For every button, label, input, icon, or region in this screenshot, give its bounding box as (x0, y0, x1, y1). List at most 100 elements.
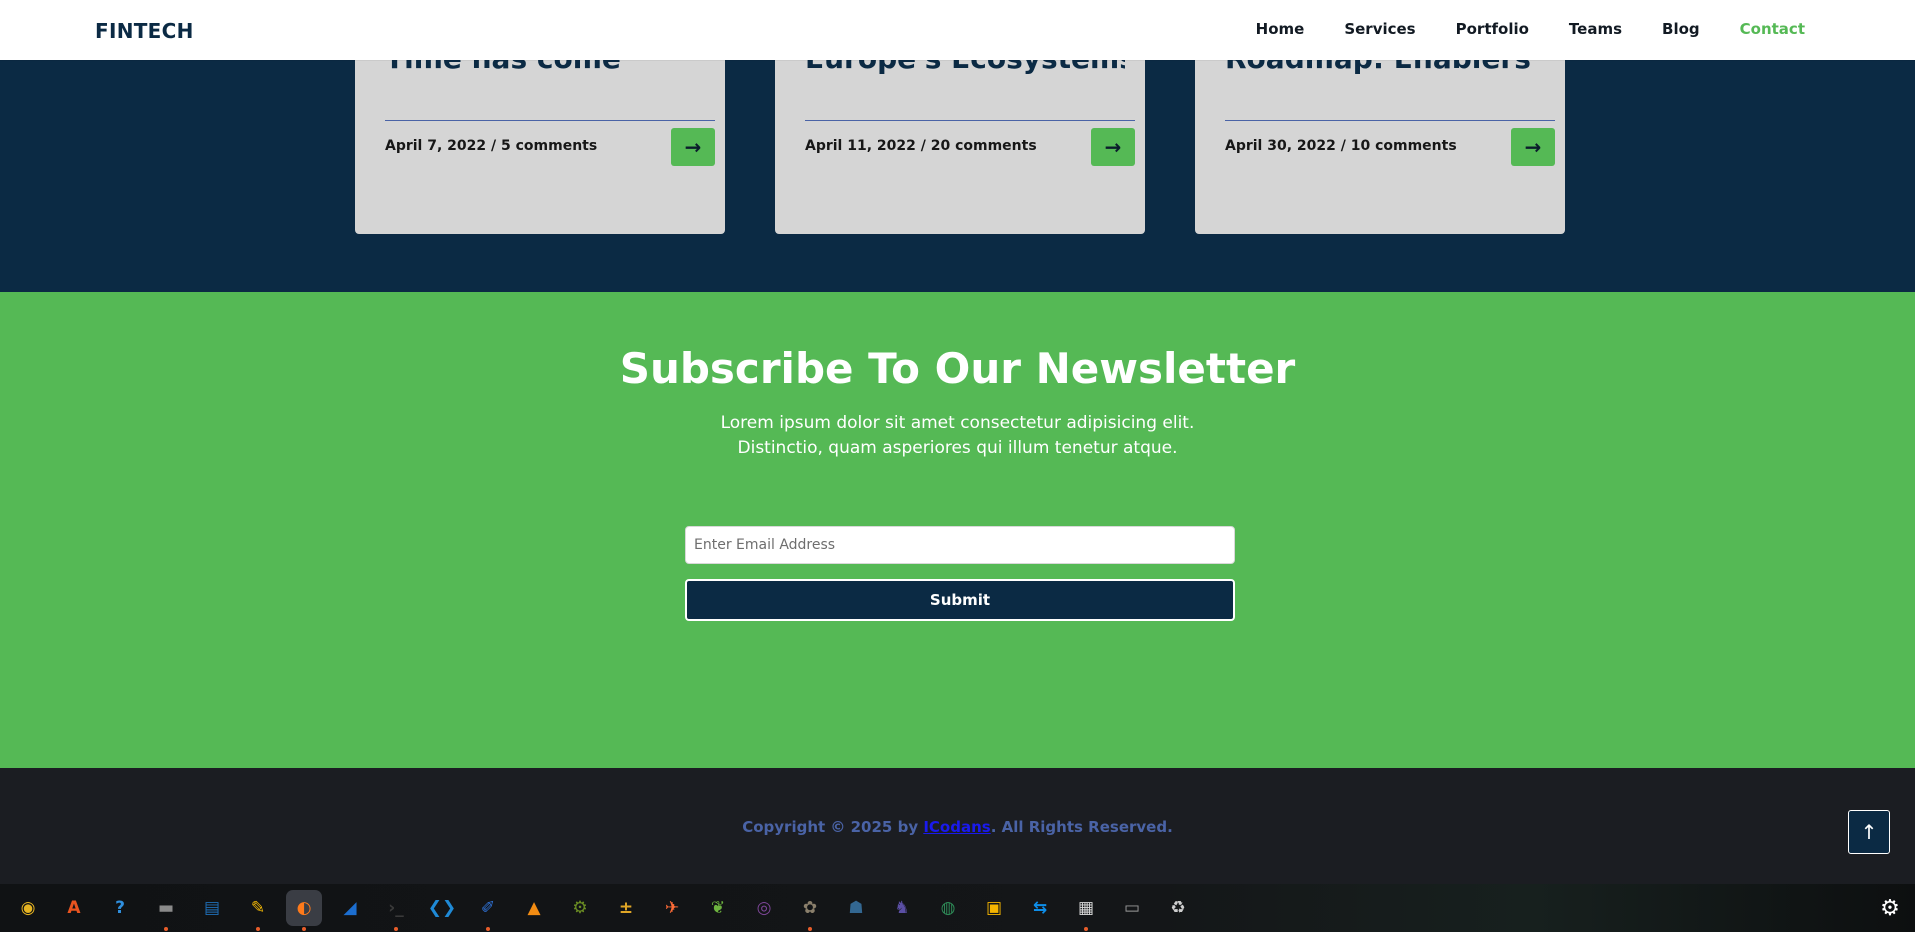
firefox-icon-glyph: ◐ (296, 898, 312, 918)
screenshot-icon[interactable]: ▦ (1068, 890, 1104, 931)
gimp-icon[interactable]: ✿ (792, 890, 828, 931)
blog-section: Time has come April 7, 2022 / 5 comments… (0, 60, 1915, 292)
newsletter-description: Lorem ipsum dolor sit amet consectetur a… (720, 413, 1195, 458)
calculator-icon-glyph: ± (618, 898, 634, 918)
taskbar-dock: ◉ A? ▬ ▤ ✎ ◐ ◢ ›_ ❮❯ ✐ ▲ ⚙ ± ✈ ❦ ◎ ✿ ☗ ♞ ◍ ▣ ⇆ ▦ ▭ ♻ ⚙ (0, 884, 1915, 932)
nav-home[interactable]: Home (1256, 20, 1305, 38)
copyright-text: Copyright © 2025 by ICodans. All Rights … (0, 818, 1915, 836)
unicorn-icon[interactable]: ♞ (884, 890, 920, 926)
running-indicator (1084, 927, 1088, 931)
document-viewer-icon[interactable]: ▤ (194, 890, 230, 926)
brand-logo[interactable]: FINTECH (95, 19, 194, 43)
blog-card: Roadmap: Enablers April 30, 2022 / 10 co… (1195, 60, 1565, 234)
postgresql-icon-glyph: ☗ (848, 898, 864, 918)
camera-icon[interactable]: ◍ (930, 890, 966, 926)
vscode-icon-glyph: ❮❯ (427, 898, 457, 918)
disk-tools-icon-glyph: ⚙ (572, 898, 588, 918)
ssd-icon-glyph: ▭ (1123, 898, 1141, 918)
firefox-icon[interactable]: ◐ (286, 890, 322, 931)
read-more-button[interactable]: → (671, 128, 715, 166)
notes-icon[interactable]: ✐ (470, 890, 506, 931)
tor-icon-glyph: ◎ (756, 898, 772, 918)
image-viewer-icon-glyph: ▣ (985, 898, 1003, 918)
teamviewer-icon-glyph: ⇆ (1032, 898, 1048, 918)
arrow-right-icon: → (1104, 135, 1122, 159)
wireshark-icon[interactable]: ◢ (332, 890, 368, 926)
email-input[interactable] (685, 526, 1235, 564)
trash-icon[interactable]: ♻ (1160, 890, 1196, 926)
spring-icon[interactable]: ❦ (700, 890, 736, 926)
document-viewer-icon-glyph: ▤ (203, 898, 221, 918)
terminal-icon-glyph: ›_ (388, 898, 404, 918)
help-icon[interactable]: ? (102, 890, 138, 926)
calculator-icon[interactable]: ± (608, 890, 644, 926)
app-center-icon-glyph: A (67, 898, 81, 918)
main-nav: Home Services Portfolio Teams Blog Conta… (1256, 20, 1805, 38)
running-indicator (164, 927, 168, 931)
blog-card-title[interactable]: Europe's Ecosystems (805, 60, 1125, 76)
postman-icon[interactable]: ✈ (654, 890, 690, 926)
blog-card-meta: April 7, 2022 / 5 comments (385, 138, 598, 154)
wireshark-icon-glyph: ◢ (343, 898, 357, 918)
vscode-icon[interactable]: ❮❯ (424, 890, 460, 926)
app-center-icon[interactable]: A (56, 890, 92, 926)
unicorn-icon-glyph: ♞ (894, 898, 910, 918)
rhythmbox-icon-glyph: ◉ (20, 898, 36, 918)
read-more-button[interactable]: → (1511, 128, 1555, 166)
nav-blog[interactable]: Blog (1662, 20, 1700, 38)
nav-portfolio[interactable]: Portfolio (1456, 20, 1529, 38)
site-header: FINTECH Home Services Portfolio Teams Bl… (0, 0, 1915, 60)
divider (1225, 120, 1555, 121)
blog-card-meta: April 11, 2022 / 20 comments (805, 138, 1037, 154)
copyright-suffix: . All Rights Reserved. (990, 818, 1173, 836)
postman-icon-glyph: ✈ (664, 898, 680, 918)
text-editor-icon-glyph: ✎ (250, 898, 266, 918)
files-icon-glyph: ▬ (157, 898, 175, 918)
teamviewer-icon[interactable]: ⇆ (1022, 890, 1058, 926)
rhythmbox-icon[interactable]: ◉ (10, 890, 46, 926)
blog-card: Time has come April 7, 2022 / 5 comments… (355, 60, 725, 234)
nav-contact[interactable]: Contact (1740, 20, 1805, 38)
vlc-icon-glyph: ▲ (527, 898, 541, 918)
newsletter-title: Subscribe To Our Newsletter (619, 344, 1296, 393)
text-editor-icon[interactable]: ✎ (240, 890, 276, 931)
gimp-icon-glyph: ✿ (802, 898, 818, 918)
running-indicator (486, 927, 490, 931)
nav-services[interactable]: Services (1344, 20, 1415, 38)
running-indicator (302, 927, 306, 931)
divider (805, 120, 1135, 121)
help-icon-glyph: ? (115, 898, 125, 918)
blog-card-meta: April 30, 2022 / 10 comments (1225, 138, 1457, 154)
arrow-right-icon: → (1524, 135, 1542, 159)
blog-card-title[interactable]: Time has come (385, 60, 705, 76)
postgresql-icon[interactable]: ☗ (838, 890, 874, 926)
disk-tools-icon[interactable]: ⚙ (562, 890, 598, 926)
running-indicator (808, 927, 812, 931)
site-footer: Copyright © 2025 by ICodans. All Rights … (0, 768, 1915, 884)
newsletter-section: Subscribe To Our Newsletter Lorem ipsum … (0, 292, 1915, 768)
running-indicator (256, 927, 260, 931)
vlc-icon[interactable]: ▲ (516, 890, 552, 926)
divider (385, 120, 715, 121)
show-apps-icon[interactable]: ⚙ (1877, 896, 1903, 922)
terminal-icon[interactable]: ›_ (378, 890, 414, 931)
tor-icon[interactable]: ◎ (746, 890, 782, 926)
image-viewer-icon[interactable]: ▣ (976, 890, 1012, 926)
running-indicator (394, 927, 398, 931)
screenshot-icon-glyph: ▦ (1077, 898, 1095, 918)
camera-icon-glyph: ◍ (940, 898, 956, 918)
dock-apps: ◉ A? ▬ ▤ ✎ ◐ ◢ ›_ ❮❯ ✐ ▲ ⚙ ± ✈ ❦ ◎ ✿ ☗ ♞ ◍ ▣ ⇆ ▦ ▭ ♻ (10, 890, 1196, 931)
blog-card-title[interactable]: Roadmap: Enablers (1225, 60, 1545, 76)
ssd-icon[interactable]: ▭ (1114, 890, 1150, 926)
scroll-to-top-button[interactable]: ↑ (1848, 810, 1890, 854)
files-icon[interactable]: ▬ (148, 890, 184, 931)
author-link[interactable]: ICodans (923, 818, 990, 836)
read-more-button[interactable]: → (1091, 128, 1135, 166)
spring-icon-glyph: ❦ (710, 898, 726, 918)
blog-card: Europe's Ecosystems April 11, 2022 / 20 … (775, 60, 1145, 234)
copyright-prefix: Copyright © 2025 by (742, 818, 924, 836)
nav-teams[interactable]: Teams (1569, 20, 1622, 38)
arrow-up-icon: ↑ (1860, 820, 1878, 844)
arrow-right-icon: → (684, 135, 702, 159)
submit-button[interactable]: Submit (685, 579, 1235, 621)
